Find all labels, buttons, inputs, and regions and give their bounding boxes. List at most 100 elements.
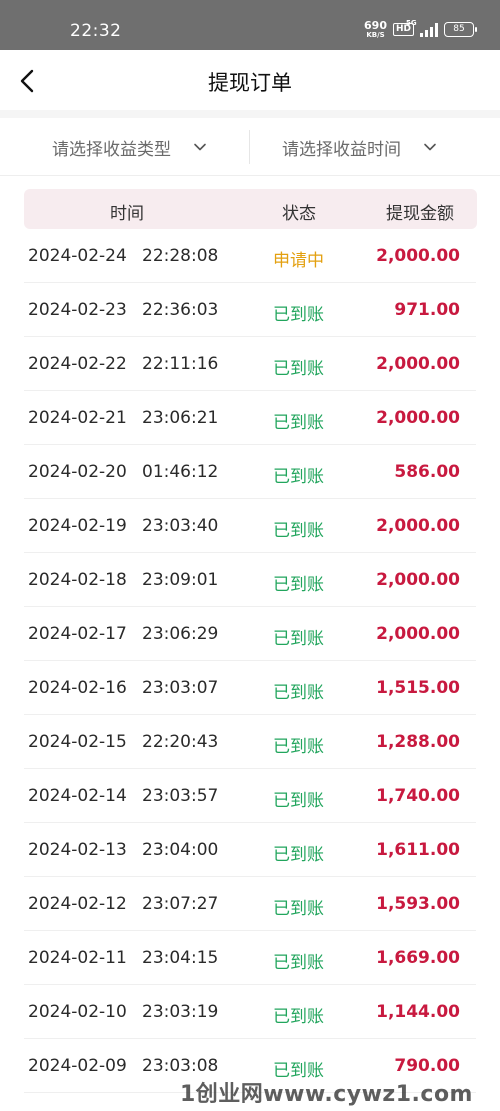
row-status: 已到账 (273, 1007, 324, 1027)
table-row[interactable]: 2024-02-18 23:09:01 已到账 2,000.00 (0, 553, 500, 607)
row-date: 2024-02-09 (28, 1056, 127, 1076)
row-time: 23:03:07 (142, 678, 219, 698)
row-amount: 1,288.00 (376, 732, 460, 752)
header-time: 时间 (110, 204, 144, 224)
income-time-label: 请选择收益时间 (282, 139, 401, 160)
table-row[interactable]: 2024-02-19 23:03:40 已到账 2,000.00 (0, 499, 500, 553)
table-row[interactable]: 2024-02-14 23:03:57 已到账 1,740.00 (0, 769, 500, 823)
row-date: 2024-02-14 (28, 786, 127, 806)
row-status: 已到账 (273, 629, 324, 649)
row-amount: 2,000.00 (376, 624, 460, 644)
withdrawal-list: 时间 状态 提现金额 2024-02-24 22:28:08 申请中 2,000.00… (0, 176, 500, 1111)
row-amount: 971.00 (394, 300, 460, 320)
table-row[interactable]: 2024-02-15 22:20:43 已到账 1,288.00 (0, 715, 500, 769)
row-status: 已到账 (273, 467, 324, 487)
row-date: 2024-02-22 (28, 354, 127, 374)
row-amount: 1,669.00 (376, 948, 460, 968)
page-title: 提现订单 (208, 71, 292, 95)
row-status: 已到账 (273, 683, 324, 703)
row-date: 2024-02-23 (28, 300, 127, 320)
battery-icon: 85 (444, 22, 477, 37)
header-status: 状态 (282, 204, 316, 224)
row-amount: 1,593.00 (376, 894, 460, 914)
row-status: 已到账 (273, 899, 324, 919)
row-time: 22:11:16 (142, 354, 219, 374)
row-date: 2024-02-15 (28, 732, 127, 752)
row-date: 2024-02-12 (28, 894, 127, 914)
row-time: 23:06:29 (142, 624, 219, 644)
signal-icon: 5G (406, 19, 438, 37)
table-row[interactable]: 2024-02-17 23:06:29 已到账 2,000.00 (0, 607, 500, 661)
row-amount: 1,144.00 (376, 1002, 460, 1022)
income-type-select[interactable]: 请选择收益类型 (52, 118, 207, 176)
row-status: 已到账 (273, 845, 324, 865)
row-time: 22:20:43 (142, 732, 219, 752)
income-type-label: 请选择收益类型 (52, 139, 171, 160)
row-time: 23:07:27 (142, 894, 219, 914)
row-status: 已到账 (273, 575, 324, 595)
row-date: 2024-02-13 (28, 840, 127, 860)
row-amount: 2,000.00 (376, 354, 460, 374)
row-date: 2024-02-11 (28, 948, 127, 968)
row-amount: 2,000.00 (376, 246, 460, 266)
network-speed: 690 KB/S (364, 20, 387, 39)
nav-bar: 提现订单 (0, 50, 500, 110)
table-row[interactable]: 2024-02-13 23:04:00 已到账 1,611.00 (0, 823, 500, 877)
table-row[interactable]: 2024-02-16 23:03:07 已到账 1,515.00 (0, 661, 500, 715)
row-date: 2024-02-17 (28, 624, 127, 644)
network-speed-value: 690 (364, 19, 387, 32)
income-time-select[interactable]: 请选择收益时间 (282, 118, 437, 176)
table-row[interactable]: 2024-02-11 23:04:15 已到账 1,669.00 (0, 931, 500, 985)
row-amount: 586.00 (394, 462, 460, 482)
row-time: 23:03:08 (142, 1056, 219, 1076)
signal-tag: 5G (406, 18, 417, 27)
row-amount: 2,000.00 (376, 408, 460, 428)
table-row[interactable]: 2024-02-24 22:28:08 申请中 2,000.00 (0, 229, 500, 283)
table-row[interactable]: 2024-02-12 23:07:27 已到账 1,593.00 (0, 877, 500, 931)
row-status: 已到账 (273, 953, 324, 973)
row-time: 01:46:12 (142, 462, 219, 482)
row-date: 2024-02-19 (28, 516, 127, 536)
row-time: 23:03:57 (142, 786, 219, 806)
row-amount: 2,000.00 (376, 516, 460, 536)
filter-divider (249, 130, 250, 164)
chevron-down-icon (424, 143, 436, 151)
row-amount: 2,000.00 (376, 570, 460, 590)
row-status: 已到账 (273, 359, 324, 379)
row-date: 2024-02-20 (28, 462, 127, 482)
row-status: 已到账 (273, 521, 324, 541)
row-status: 已到账 (273, 305, 324, 325)
chevron-down-icon (194, 143, 206, 151)
row-time: 23:03:40 (142, 516, 219, 536)
row-date: 2024-02-21 (28, 408, 127, 428)
row-time: 23:04:15 (142, 948, 219, 968)
table-row[interactable]: 2024-02-22 22:11:16 已到账 2,000.00 (0, 337, 500, 391)
row-status: 已到账 (273, 737, 324, 757)
row-amount: 790.00 (394, 1056, 460, 1076)
row-amount: 1,740.00 (376, 786, 460, 806)
row-time: 23:03:19 (142, 1002, 219, 1022)
table-row[interactable]: 2024-02-10 23:03:19 已到账 1,144.00 (0, 985, 500, 1039)
filter-bar: 请选择收益类型 请选择收益时间 (0, 118, 500, 176)
header-amount: 提现金额 (386, 204, 454, 224)
status-icons: 690 KB/S HD 5G 85 (364, 19, 477, 39)
row-status: 申请中 (273, 251, 324, 271)
table-body: 2024-02-24 22:28:08 申请中 2,000.00 2024-02-23 2… (0, 229, 500, 1093)
row-time: 22:36:03 (142, 300, 219, 320)
table-row[interactable]: 2024-02-21 23:06:21 已到账 2,000.00 (0, 391, 500, 445)
table-header: 时间 状态 提现金额 (24, 189, 477, 229)
status-time: 22:32 (70, 21, 122, 41)
row-time: 23:04:00 (142, 840, 219, 860)
row-status: 已到账 (273, 791, 324, 811)
table-row[interactable]: 2024-02-20 01:46:12 已到账 586.00 (0, 445, 500, 499)
row-time: 23:06:21 (142, 408, 219, 428)
row-date: 2024-02-16 (28, 678, 127, 698)
network-speed-unit: KB/S (366, 31, 385, 39)
status-bar: 22:32 690 KB/S HD 5G 85 (0, 0, 500, 50)
watermark: 1创业网www.cywz1.com (180, 1082, 473, 1107)
row-date: 2024-02-10 (28, 1002, 127, 1022)
battery-level: 85 (453, 24, 465, 34)
row-time: 22:28:08 (142, 246, 219, 266)
row-amount: 1,611.00 (376, 840, 460, 860)
table-row[interactable]: 2024-02-23 22:36:03 已到账 971.00 (0, 283, 500, 337)
